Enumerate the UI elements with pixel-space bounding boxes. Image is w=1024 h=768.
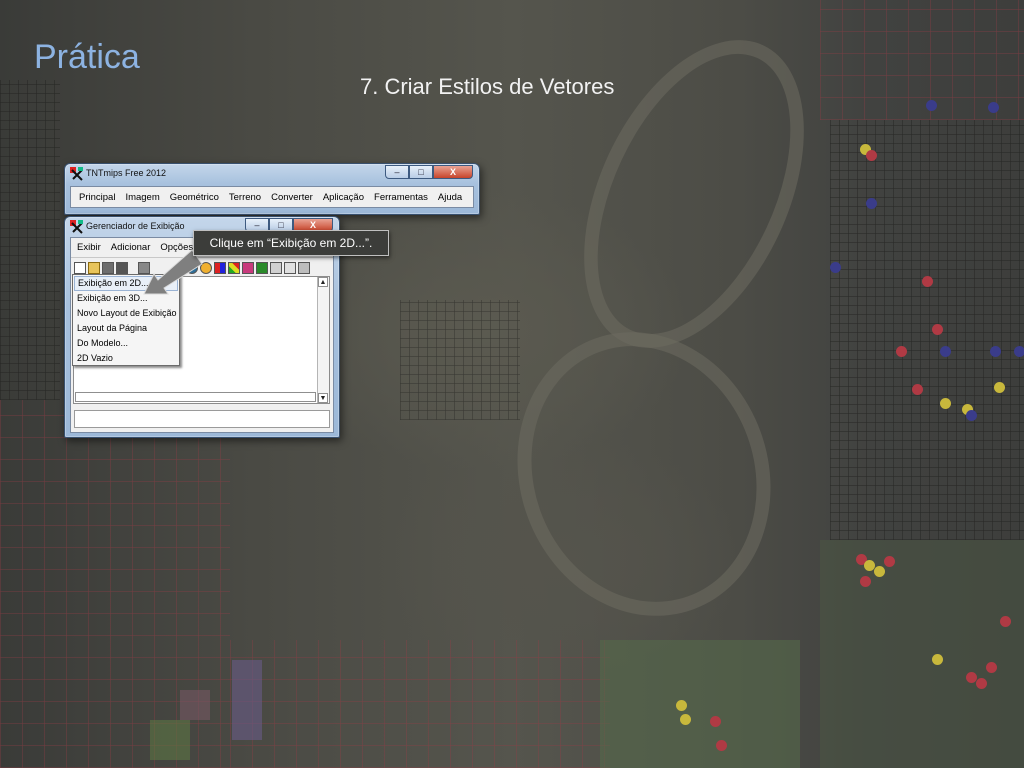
scroll-down-arrow-icon[interactable]: ▼	[318, 393, 328, 403]
menu-principal[interactable]: Principal	[79, 192, 115, 203]
status-bar	[74, 410, 330, 428]
main-menubar: Principal Imagem Geométrico Terreno Conv…	[70, 186, 474, 208]
new-file-icon[interactable]	[74, 262, 86, 274]
menu-ajuda[interactable]: Ajuda	[438, 192, 462, 203]
table-grid-icon[interactable]	[242, 262, 254, 274]
menu-geometrico[interactable]: Geométrico	[170, 192, 219, 203]
tntmips-app-icon	[70, 167, 83, 181]
main-window-controls: – □ X	[385, 165, 473, 179]
document-icon[interactable]	[284, 262, 296, 274]
scroll-up-arrow-icon[interactable]: ▲	[318, 277, 328, 287]
main-window-title: TNTmips Free 2012	[86, 168, 167, 178]
slide-subtitle: 7. Criar Estilos de Vetores	[360, 74, 615, 99]
menu-item-novo-layout[interactable]: Novo Layout de Exibição	[74, 306, 178, 321]
main-window-titlebar[interactable]: TNTmips Free 2012 – □ X	[65, 164, 479, 184]
display-manager-app-icon	[70, 220, 83, 234]
tntmips-main-window: TNTmips Free 2012 – □ X Principal Imagem…	[64, 163, 480, 215]
vertical-scrollbar[interactable]: ▲ ▼	[317, 277, 329, 403]
minimize-button[interactable]: –	[385, 165, 409, 179]
menu-aplicacao[interactable]: Aplicação	[323, 192, 364, 203]
menu-exibir[interactable]: Exibir	[77, 242, 101, 253]
slide-title: Prática	[34, 38, 140, 76]
layers-icon[interactable]	[116, 262, 128, 274]
display-manager-toolbar-right	[186, 260, 312, 276]
toolbar-gap-icon	[130, 262, 136, 274]
open-folder-icon[interactable]	[88, 262, 100, 274]
save-icon[interactable]	[102, 262, 114, 274]
color-palette-icon[interactable]	[214, 262, 226, 274]
instruction-callout: Clique em “Exibição em 2D...”.	[193, 230, 389, 256]
menu-item-2d-vazio[interactable]: 2D Vazio	[74, 351, 178, 366]
display-manager-title: Gerenciador de Exibição	[86, 221, 185, 231]
menu-terreno[interactable]: Terreno	[229, 192, 261, 203]
details-icon[interactable]	[298, 262, 310, 274]
maximize-button[interactable]: □	[409, 165, 433, 179]
raster-icon[interactable]	[228, 262, 240, 274]
menu-item-do-modelo[interactable]: Do Modelo...	[74, 336, 178, 351]
tree-icon[interactable]	[256, 262, 268, 274]
close-button[interactable]: X	[433, 165, 473, 179]
menu-ferramentas[interactable]: Ferramentas	[374, 192, 428, 203]
menu-converter[interactable]: Converter	[271, 192, 313, 203]
horizontal-scrollbar[interactable]	[75, 392, 316, 402]
menu-item-layout-pagina[interactable]: Layout da Página	[74, 321, 178, 336]
menu-imagem[interactable]: Imagem	[125, 192, 159, 203]
list-view-icon[interactable]	[270, 262, 282, 274]
